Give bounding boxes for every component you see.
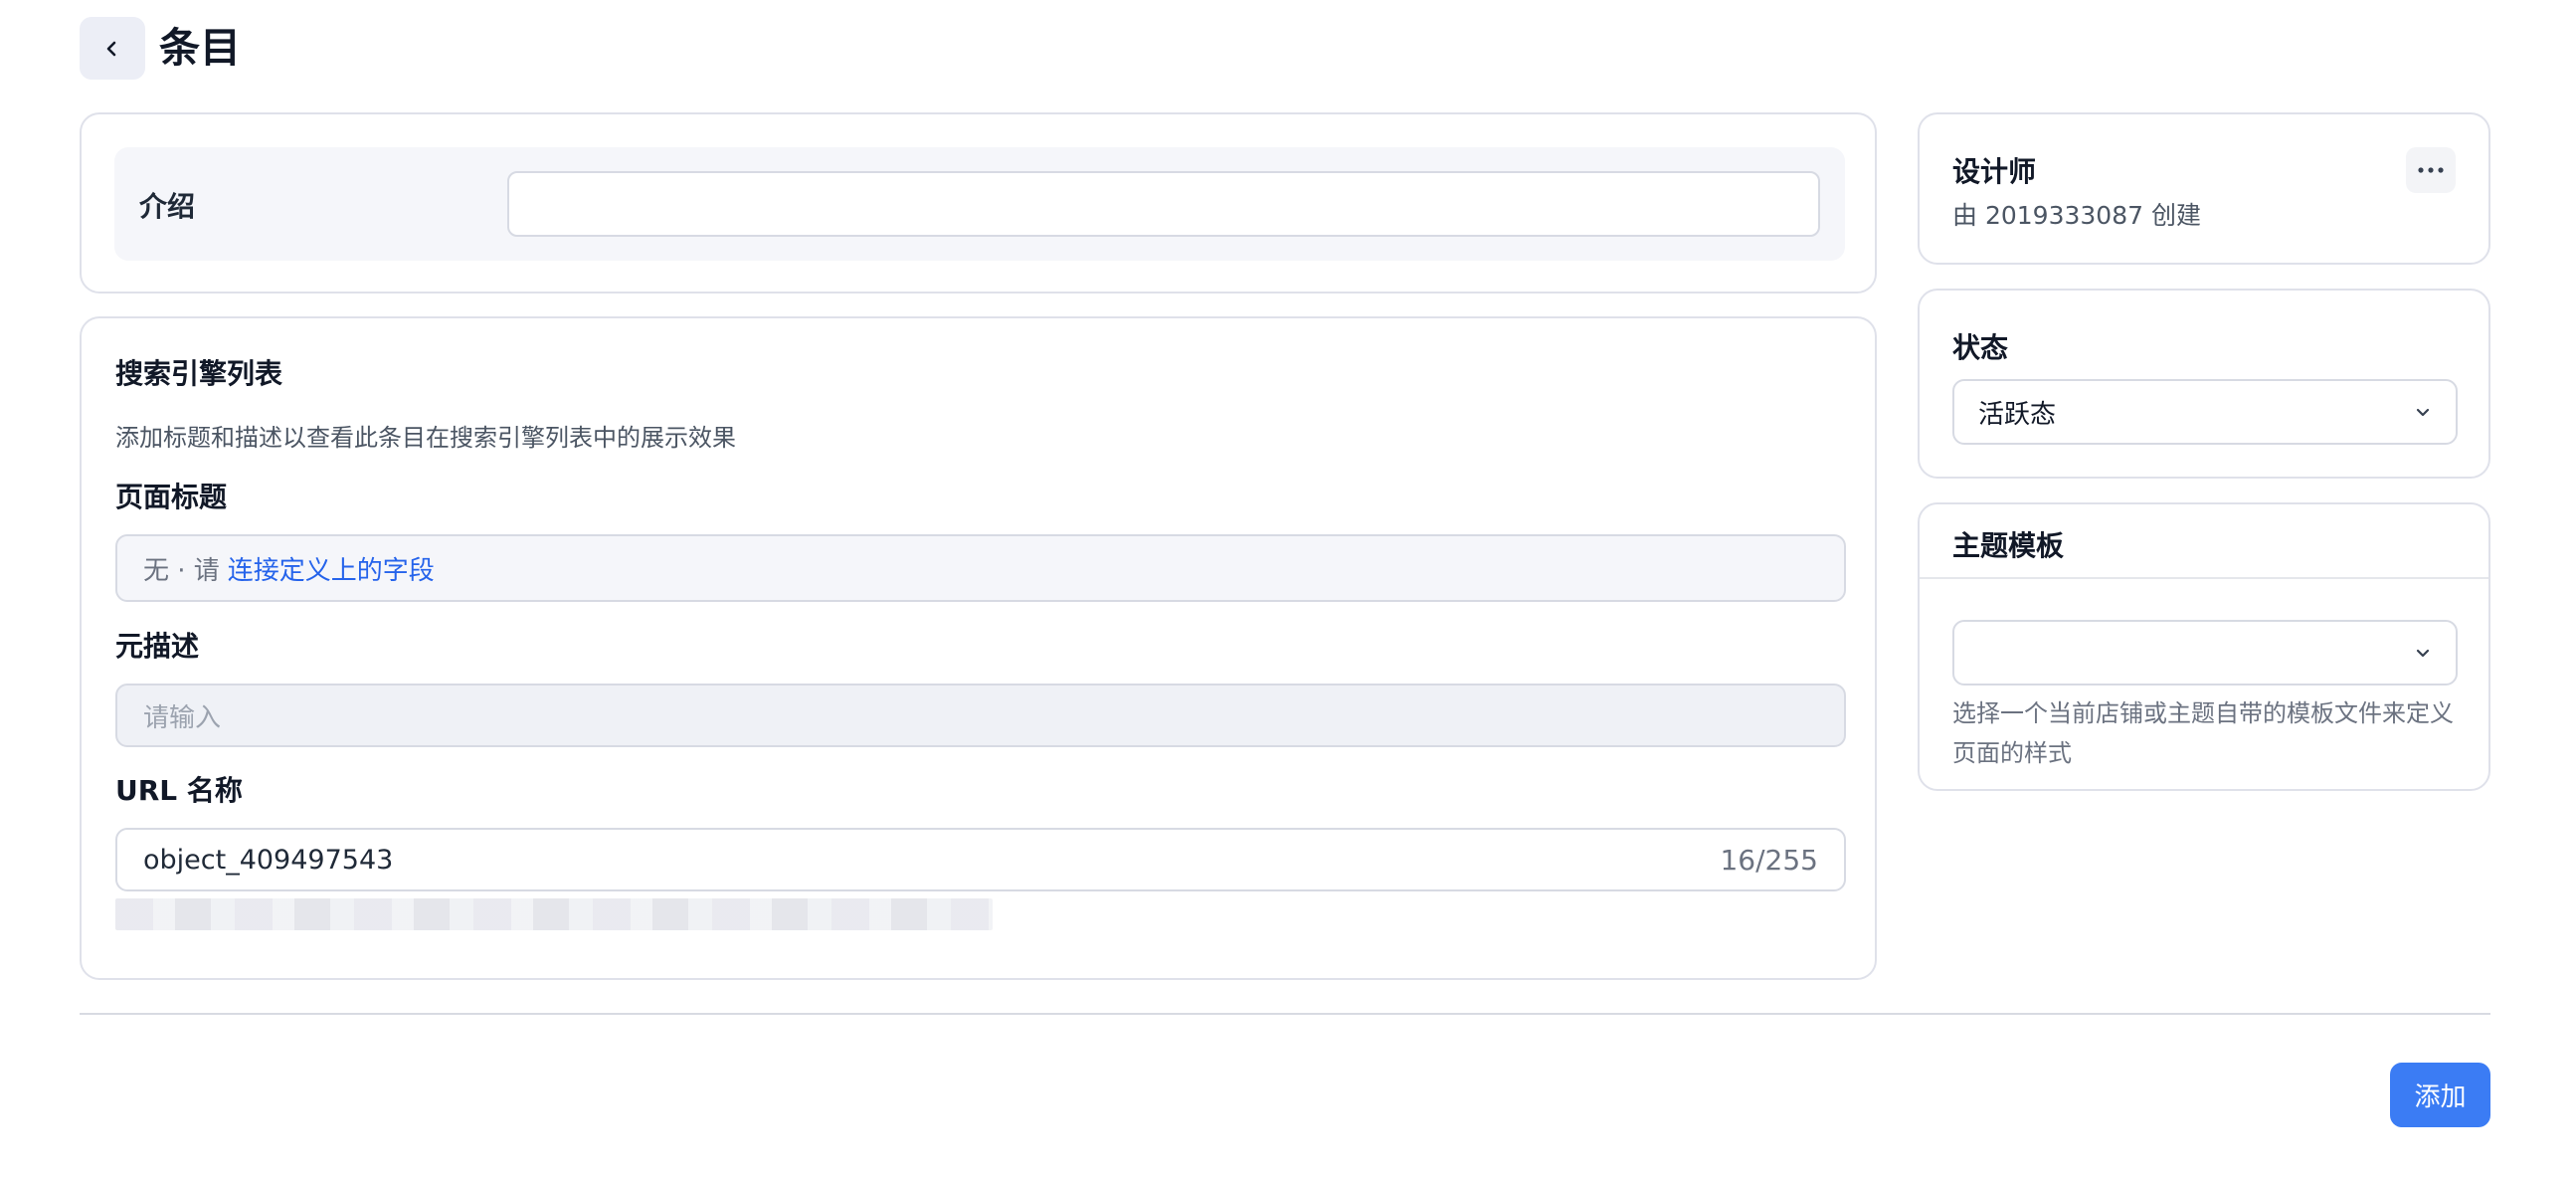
more-horizontal-icon — [2418, 167, 2444, 173]
status-card: 状态 活跃态 — [1918, 289, 2490, 479]
url-name-value: object_409497543 — [143, 844, 394, 876]
seo-section-title: 搜索引擎列表 — [115, 357, 283, 390]
page-title-field[interactable]: 无 · 请 连接定义上的字段 — [115, 534, 1846, 602]
intro-input[interactable] — [507, 171, 1820, 237]
theme-template-card: 主题模板 选择一个当前店铺或主题自带的模板文件来定义页面的样式 — [1918, 502, 2490, 791]
status-select[interactable]: 活跃态 — [1952, 379, 2458, 445]
page: 条目 介绍 搜索引擎列表 添加标题和描述以查看此条目在搜索引擎列表中的展示效果 … — [0, 0, 2576, 1178]
intro-card: 介绍 — [80, 112, 1877, 294]
url-name-counter: 16/255 — [1720, 843, 1818, 877]
status-title: 状态 — [1952, 331, 2009, 364]
meta-description-placeholder: 请输入 — [143, 702, 222, 733]
url-name-label: URL 名称 — [115, 774, 243, 807]
url-name-input[interactable]: object_409497543 16/255 — [115, 828, 1846, 891]
chevron-down-icon — [2416, 649, 2430, 658]
designer-subtitle: 由 2019333087 创建 — [1952, 201, 2201, 230]
designer-title: 设计师 — [1952, 155, 2037, 188]
add-button[interactable]: 添加 — [2390, 1063, 2490, 1127]
chevron-left-icon — [106, 41, 116, 56]
intro-row: 介绍 — [114, 147, 1845, 261]
footer-divider — [80, 1013, 2490, 1015]
page-title-prefix: 无 · 请 — [143, 555, 220, 586]
seo-card: 搜索引擎列表 添加标题和描述以查看此条目在搜索引擎列表中的展示效果 页面标题 无… — [80, 316, 1877, 980]
intro-label: 介绍 — [139, 190, 196, 223]
redacted-url-preview — [115, 898, 993, 930]
connect-field-link[interactable]: 连接定义上的字段 — [228, 550, 435, 587]
chevron-down-icon — [2416, 408, 2430, 417]
theme-template-help: 选择一个当前店铺或主题自带的模板文件来定义页面的样式 — [1952, 699, 2454, 767]
more-options-button[interactable] — [2406, 147, 2456, 193]
theme-template-title: 主题模板 — [1952, 529, 2065, 562]
theme-template-select[interactable] — [1952, 620, 2458, 686]
meta-description-label: 元描述 — [115, 630, 200, 663]
meta-description-input[interactable]: 请输入 — [115, 684, 1846, 747]
status-selected-value: 活跃态 — [1978, 399, 2057, 430]
divider — [1920, 577, 2488, 579]
designer-card: 设计师 由 2019333087 创建 — [1918, 112, 2490, 265]
seo-section-description: 添加标题和描述以查看此条目在搜索引擎列表中的展示效果 — [115, 424, 736, 452]
page-title: 条目 — [159, 24, 241, 72]
back-button[interactable] — [80, 17, 145, 80]
page-title-label: 页面标题 — [115, 481, 228, 513]
